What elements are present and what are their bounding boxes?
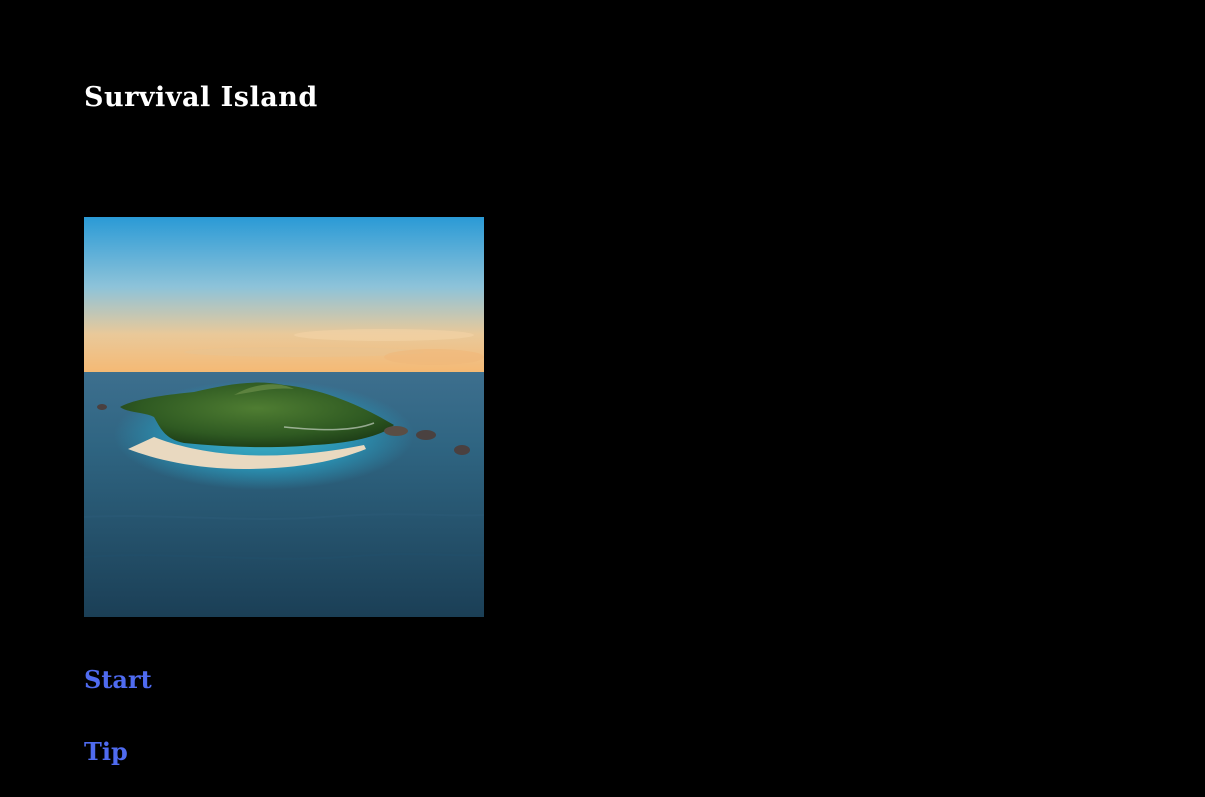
start-link[interactable]: Start <box>84 665 152 695</box>
tip-link[interactable]: Tip <box>84 737 128 767</box>
game-title: Survival Island <box>84 82 318 113</box>
island-image <box>84 217 484 617</box>
